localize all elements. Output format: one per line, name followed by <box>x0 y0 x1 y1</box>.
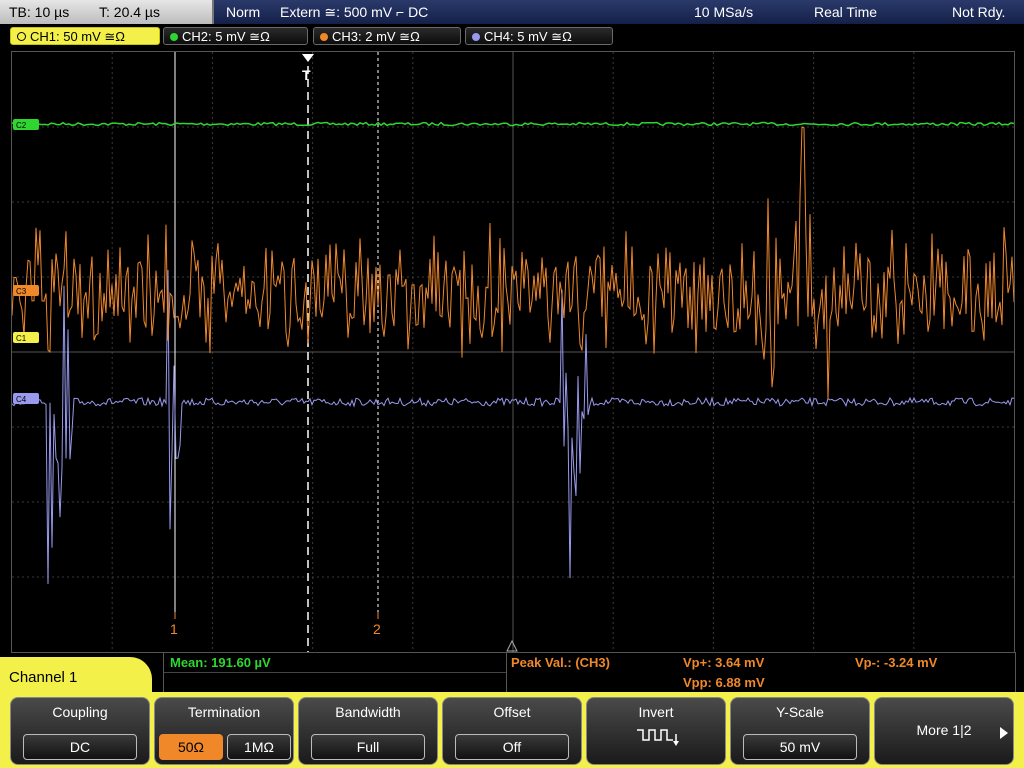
more-title: More 1|2 <box>916 722 972 738</box>
coupling-value[interactable]: DC <box>23 734 137 760</box>
vpp-measurement: Vpp: 6.88 mV <box>683 675 765 690</box>
trigger-mode: Norm <box>226 4 261 20</box>
vp-minus-measurement: Vp-: -3.24 mV <box>855 655 938 670</box>
ch3-dot-icon <box>320 33 328 41</box>
bandwidth-title: Bandwidth <box>335 704 401 720</box>
y-scale-softkey[interactable]: Y-Scale 50 mV <box>730 697 870 765</box>
y-scale-value[interactable]: 50 mV <box>743 734 857 760</box>
y-scale-title: Y-Scale <box>776 704 824 720</box>
acquisition-mode: Real Time <box>814 4 878 20</box>
tab-ch1-label: CH1: 50 mV ≅Ω <box>30 29 126 44</box>
timebase-box[interactable]: TB: 10 µs T: 20.4 µs <box>0 0 214 24</box>
channel-menu-title-text: Channel 1 <box>9 669 78 686</box>
termination-50ohm-option[interactable]: 50Ω <box>159 734 223 760</box>
svg-text:C3: C3 <box>16 287 27 296</box>
softkey-bar: Coupling DC Termination 50Ω 1MΩ Bandwidt… <box>0 692 1024 768</box>
coupling-title: Coupling <box>52 704 108 720</box>
tab-ch2-label: CH2: 5 mV ≅Ω <box>182 29 270 44</box>
ch1-level-marker[interactable]: C1 <box>13 332 39 343</box>
graticule <box>12 52 1014 652</box>
offset-value[interactable]: Off <box>455 734 569 760</box>
invert-softkey[interactable]: Invert <box>586 697 726 765</box>
ready-status: Not Rdy. <box>952 4 1006 20</box>
cursor-1-label: 1 <box>170 621 178 637</box>
coupling-softkey[interactable]: Coupling DC <box>10 697 150 765</box>
trigger-source: Extern ≅: 500 mV ⌐ DC <box>280 4 429 20</box>
tab-ch3-label: CH3: 2 mV ≅Ω <box>332 29 420 44</box>
invert-title: Invert <box>638 704 674 720</box>
cursor-2-label: 2 <box>373 621 381 637</box>
waveform-svg: T 1 2 C2 C3 C1 C4 <box>12 52 1014 652</box>
status-bar: TB: 10 µs T: 20.4 µs Norm Extern ≅: 500 … <box>0 0 1024 26</box>
timebase-text: TB: 10 µs <box>9 4 70 20</box>
tab-ch3[interactable]: CH3: 2 mV ≅Ω <box>313 27 461 45</box>
measurement-row-divider <box>164 672 506 673</box>
offset-softkey[interactable]: Offset Off <box>442 697 582 765</box>
svg-text:C1: C1 <box>16 334 27 343</box>
sample-rate: 10 MSa/s <box>694 4 754 20</box>
trigger-time-text: T: 20.4 µs <box>99 4 160 20</box>
bandwidth-softkey[interactable]: Bandwidth Full <box>298 697 438 765</box>
waveform-display[interactable]: T 1 2 C2 C3 C1 C4 <box>11 51 1015 653</box>
more-softkey[interactable]: More 1|2 <box>874 697 1014 765</box>
svg-text:C4: C4 <box>16 395 27 404</box>
tab-ch1[interactable]: CH1: 50 mV ≅Ω <box>10 27 160 45</box>
bandwidth-value[interactable]: Full <box>311 734 425 760</box>
invert-icon <box>637 729 679 746</box>
ch2-level-marker[interactable]: C2 <box>13 119 39 130</box>
ground-marker-icon <box>506 639 518 652</box>
ch4-dot-icon <box>472 33 480 41</box>
acquisition-status[interactable]: Norm Extern ≅: 500 mV ⌐ DC 10 MSa/s Real… <box>214 0 1024 24</box>
measurement-divider <box>506 653 507 693</box>
ch4-level-marker[interactable]: C4 <box>13 393 39 404</box>
trigger-marker: T <box>302 67 311 83</box>
ch3-level-marker[interactable]: C3 <box>13 285 39 296</box>
ch2-dot-icon <box>170 33 178 41</box>
vp-plus-measurement: Vp+: 3.64 mV <box>683 655 765 670</box>
arrow-right-icon <box>1000 727 1008 739</box>
offset-title: Offset <box>493 704 531 720</box>
tab-ch4[interactable]: CH4: 5 mV ≅Ω <box>465 27 613 45</box>
termination-1mohm-option[interactable]: 1MΩ <box>227 734 291 760</box>
tab-ch2[interactable]: CH2: 5 mV ≅Ω <box>163 27 308 45</box>
measurement-panel: Mean: 191.60 µV Peak Val.: (CH3) Vp+: 3.… <box>163 652 1016 694</box>
termination-title: Termination <box>187 704 261 720</box>
mean-measurement[interactable]: Mean: 191.60 µV <box>170 655 271 670</box>
svg-text:C2: C2 <box>16 121 27 130</box>
tab-ch4-label: CH4: 5 mV ≅Ω <box>484 29 572 44</box>
ch1-dot-icon <box>17 32 26 41</box>
channel-tabs: CH1: 50 mV ≅Ω CH2: 5 mV ≅Ω CH3: 2 mV ≅Ω … <box>0 26 1024 48</box>
termination-softkey[interactable]: Termination 50Ω 1MΩ <box>154 697 294 765</box>
peak-value-label[interactable]: Peak Val.: (CH3) <box>511 655 610 670</box>
